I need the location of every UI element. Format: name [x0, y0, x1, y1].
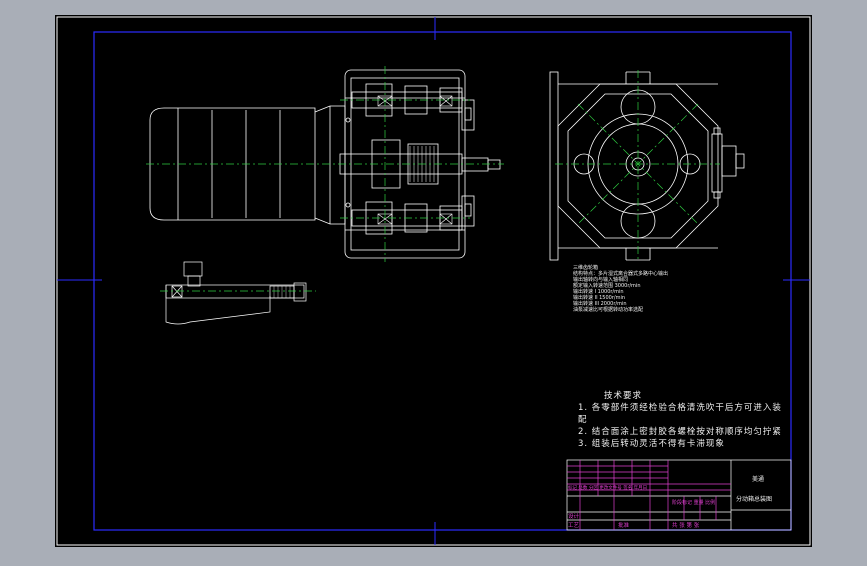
cad-viewport: 三维齿轮箱 结构特点：多片湿式离合器式多路中心输出 输出轴转向与输入轴相同 额定… [0, 0, 867, 562]
drawing-canvas [55, 15, 812, 547]
sheet-count: 共 张 第 张 [672, 523, 700, 529]
requirement-line: 1. 各零部件须经检验合格清洗吹干后方可进入装 [578, 403, 782, 413]
assembly-notes: 三维齿轮箱 结构特点：多片湿式离合器式多路中心输出 输出轴转向与输入轴相同 额定… [573, 265, 668, 313]
approve-label: 批准 [618, 523, 630, 529]
title-block-header-row: 标记 处数 分区 更改文件号 签名 年月日 [568, 486, 648, 491]
drawing-company: 美通 [752, 476, 765, 483]
requirement-line: 配 [578, 415, 588, 425]
requirements-title: 技术要求 [604, 391, 643, 401]
sheet-background [55, 15, 812, 547]
requirement-line: 3. 组装后转动灵活不得有卡滞现象 [578, 439, 725, 449]
note-line: 油泵减速比可根据转动功率选配 [573, 307, 644, 313]
requirement-line: 2. 结合面涂上密封胶各螺栓按对称顺序均匀拧紧 [578, 427, 782, 437]
title-block-mid-row: 阶段标记 重量 比例 [672, 500, 716, 506]
design-label: 设计 [568, 514, 580, 520]
drawing-name: 分动箱总装图 [736, 496, 773, 503]
technical-requirements: 技术要求 1. 各零部件须经检验合格清洗吹干后方可进入装 配 2. 结合面涂上密… [578, 390, 782, 450]
process-label: 工艺 [568, 523, 580, 529]
